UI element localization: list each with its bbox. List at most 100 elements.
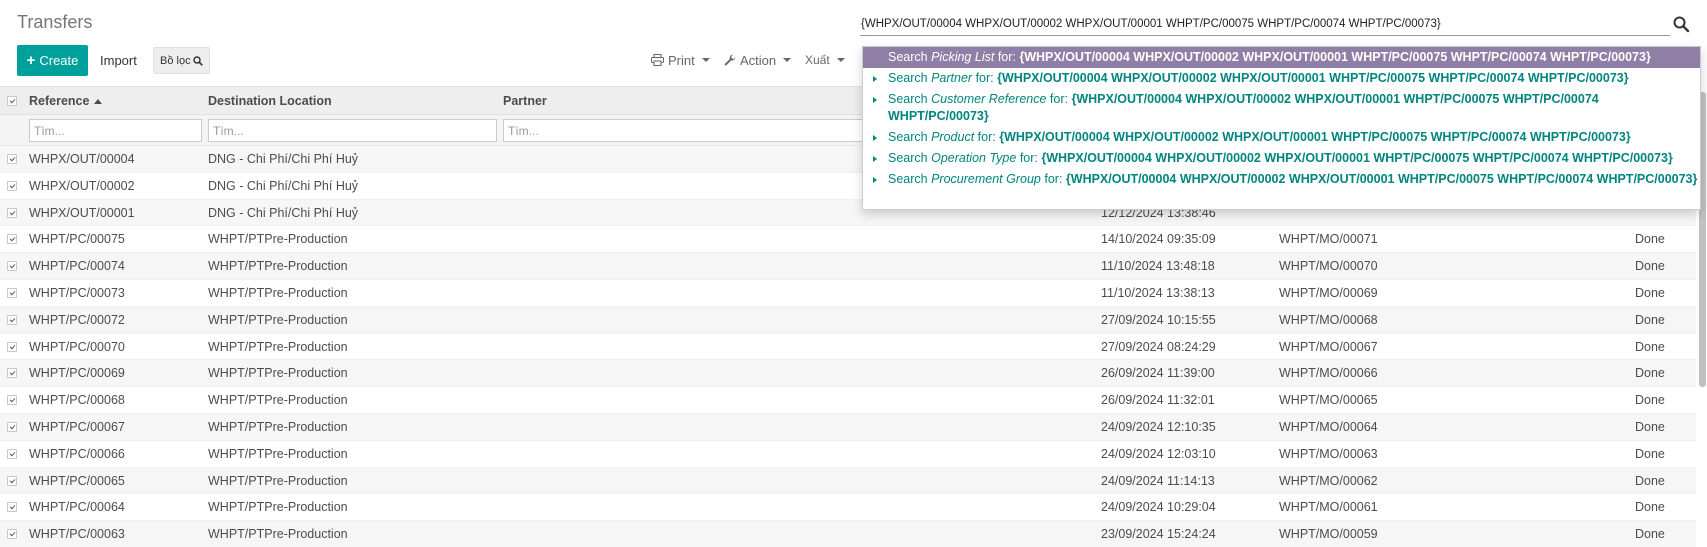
row-checkbox[interactable] bbox=[7, 368, 17, 379]
destination-cell: WHPT/PTPre-Production bbox=[208, 259, 348, 274]
table-row[interactable]: WHPT/PC/00070 WHPT/PTPre-Production 27/09/… bbox=[0, 333, 1696, 361]
partner-filter-input[interactable] bbox=[503, 119, 863, 142]
destination-cell: WHPT/PTPre-Production bbox=[208, 419, 348, 434]
autocomplete-value: {WHPX/OUT/00004 WHPX/OUT/00002 WHPX/OUT/… bbox=[1041, 151, 1673, 165]
create-label: Create bbox=[39, 53, 79, 68]
status-cell: Done bbox=[1635, 259, 1665, 274]
source-document-cell: WHPT/MO/00068 bbox=[1279, 312, 1378, 327]
row-checkbox[interactable] bbox=[7, 180, 17, 191]
row-checkbox[interactable] bbox=[7, 421, 17, 432]
autocomplete-item-customer-reference[interactable]: Search Customer Reference for: {WHPX/OUT… bbox=[863, 89, 1700, 127]
status-cell: Done bbox=[1635, 419, 1665, 434]
autocomplete-item-procurement-group[interactable]: Search Procurement Group for: {WHPX/OUT/… bbox=[863, 169, 1700, 190]
autocomplete-value: {WHPX/OUT/00004 WHPX/OUT/00002 WHPX/OUT/… bbox=[1019, 50, 1651, 64]
table-row[interactable]: WHPT/PC/00075 WHPT/PTPre-Production 14/10/… bbox=[0, 226, 1696, 254]
caret-right-icon[interactable] bbox=[873, 97, 877, 103]
table-row[interactable]: WHPT/PC/00067 WHPT/PTPre-Production 24/09/… bbox=[0, 413, 1696, 441]
source-document-cell: WHPT/MO/00063 bbox=[1279, 446, 1378, 461]
scheduled-date-cell: 24/09/2024 11:14:13 bbox=[1101, 473, 1215, 488]
caret-right-icon[interactable] bbox=[873, 177, 877, 183]
print-dropdown[interactable]: Print bbox=[651, 51, 710, 69]
destination-cell: DNG - Chi Phí/Chi Phí Huỷ bbox=[208, 178, 359, 193]
table-row[interactable]: WHPT/PC/00068 WHPT/PTPre-Production 26/09/… bbox=[0, 387, 1696, 414]
reference-cell: WHPX/OUT/00001 bbox=[29, 205, 135, 220]
row-checkbox[interactable] bbox=[7, 261, 17, 272]
table-row[interactable]: WHPT/PC/00069 WHPT/PTPre-Production 26/09/… bbox=[0, 360, 1696, 388]
autocomplete-field: Customer Reference bbox=[931, 92, 1047, 106]
autocomplete-item-operation-type[interactable]: Search Operation Type for: {WHPX/OUT/000… bbox=[863, 148, 1700, 169]
scheduled-date-cell: 26/09/2024 11:39:00 bbox=[1101, 366, 1215, 381]
caret-down-icon bbox=[701, 58, 710, 62]
status-cell: Done bbox=[1635, 446, 1665, 461]
column-header-reference[interactable]: Reference bbox=[29, 94, 103, 108]
row-checkbox[interactable] bbox=[7, 154, 17, 164]
sort-ascending-icon bbox=[94, 98, 103, 104]
table-row[interactable]: WHPT/PC/00066 WHPT/PTPre-Production 24/09/… bbox=[0, 440, 1696, 468]
filter-button[interactable]: Bồ lọc bbox=[153, 47, 210, 74]
search-icon[interactable] bbox=[1672, 15, 1690, 33]
search-input[interactable] bbox=[860, 12, 1650, 35]
autocomplete-item-partner[interactable]: Search Partner for: {WHPX/OUT/00004 WHPX… bbox=[863, 68, 1700, 89]
export-dropdown[interactable]: Xuất bbox=[805, 51, 845, 69]
autocomplete-value: {WHPX/OUT/00004 WHPX/OUT/00002 WHPX/OUT/… bbox=[999, 130, 1631, 144]
scheduled-date-cell: 14/10/2024 09:35:09 bbox=[1101, 232, 1216, 247]
autocomplete-prefix: Search bbox=[888, 172, 928, 186]
column-header-partner[interactable]: Partner bbox=[503, 94, 547, 108]
table-row[interactable]: WHPT/PC/00065 WHPT/PTPre-Production 24/09/… bbox=[0, 467, 1696, 495]
caret-down-icon bbox=[836, 58, 845, 62]
row-checkbox[interactable] bbox=[7, 395, 17, 406]
printer-icon bbox=[651, 54, 664, 66]
scheduled-date-cell: 26/09/2024 11:32:01 bbox=[1101, 393, 1215, 408]
row-checkbox[interactable] bbox=[7, 529, 17, 540]
autocomplete-field: Picking List bbox=[931, 50, 995, 64]
table-row[interactable]: WHPT/PC/00074 WHPT/PTPre-Production 11/10/… bbox=[0, 253, 1696, 280]
autocomplete-suffix: for: bbox=[975, 71, 994, 85]
column-header-destination[interactable]: Destination Location bbox=[208, 94, 332, 108]
import-button[interactable]: Import bbox=[93, 45, 144, 76]
row-checkbox[interactable] bbox=[7, 287, 17, 298]
table-row[interactable]: WHPT/PC/00064 WHPT/PTPre-Production 24/09/… bbox=[0, 494, 1696, 522]
table-row[interactable]: WHPT/PC/00073 WHPT/PTPre-Production 11/10/… bbox=[0, 279, 1696, 307]
status-cell: Done bbox=[1635, 339, 1665, 354]
plus-icon: + bbox=[26, 52, 36, 69]
scheduled-date-cell: 27/09/2024 08:24:29 bbox=[1101, 339, 1216, 354]
table-row[interactable]: WHPT/PC/00072 WHPT/PTPre-Production 27/09/… bbox=[0, 306, 1696, 334]
row-checkbox[interactable] bbox=[7, 314, 17, 325]
row-checkbox[interactable] bbox=[7, 207, 17, 218]
destination-cell: WHPT/PTPre-Production bbox=[208, 527, 348, 542]
reference-cell: WHPT/PC/00063 bbox=[29, 527, 125, 542]
reference-cell: WHPT/PC/00066 bbox=[29, 446, 125, 461]
search-autocomplete: Search Picking List for: {WHPX/OUT/00004… bbox=[862, 46, 1701, 210]
autocomplete-prefix: Search bbox=[888, 71, 928, 85]
caret-down-icon bbox=[783, 58, 792, 62]
autocomplete-item-product[interactable]: Search Product for: {WHPX/OUT/00004 WHPX… bbox=[863, 127, 1700, 148]
row-checkbox[interactable] bbox=[7, 475, 17, 486]
autocomplete-prefix: Search bbox=[888, 92, 928, 106]
action-dropdown[interactable]: Action bbox=[724, 51, 792, 69]
destination-filter-input[interactable] bbox=[208, 119, 497, 142]
page-title: Transfers bbox=[17, 12, 93, 32]
reference-cell: WHPT/PC/00070 bbox=[29, 339, 125, 354]
autocomplete-suffix: for: bbox=[1049, 92, 1068, 106]
destination-cell: WHPT/PTPre-Production bbox=[208, 393, 348, 408]
caret-right-icon[interactable] bbox=[873, 135, 877, 141]
row-checkbox[interactable] bbox=[7, 234, 17, 245]
select-all-checkbox[interactable] bbox=[7, 96, 17, 106]
caret-right-icon[interactable] bbox=[873, 76, 877, 82]
destination-cell: WHPT/PTPre-Production bbox=[208, 232, 348, 247]
create-button[interactable]: + Create bbox=[17, 45, 88, 76]
destination-cell: WHPT/PTPre-Production bbox=[208, 473, 348, 488]
table-row[interactable]: WHPT/PC/00063 WHPT/PTPre-Production 23/09/… bbox=[0, 521, 1696, 547]
scheduled-date-cell: 11/10/2024 13:48:18 bbox=[1101, 259, 1215, 274]
scheduled-date-cell: 24/09/2024 12:03:10 bbox=[1101, 446, 1216, 461]
row-checkbox[interactable] bbox=[7, 502, 17, 513]
destination-cell: WHPT/PTPre-Production bbox=[208, 312, 348, 327]
search-bar bbox=[860, 12, 1670, 36]
row-checkbox[interactable] bbox=[7, 341, 17, 352]
reference-filter-input[interactable] bbox=[29, 119, 202, 142]
caret-right-icon[interactable] bbox=[873, 156, 877, 162]
autocomplete-item-picking-list[interactable]: Search Picking List for: {WHPX/OUT/00004… bbox=[863, 47, 1700, 68]
autocomplete-field: Product bbox=[931, 130, 975, 144]
row-checkbox[interactable] bbox=[7, 448, 17, 459]
action-label: Action bbox=[740, 52, 777, 68]
